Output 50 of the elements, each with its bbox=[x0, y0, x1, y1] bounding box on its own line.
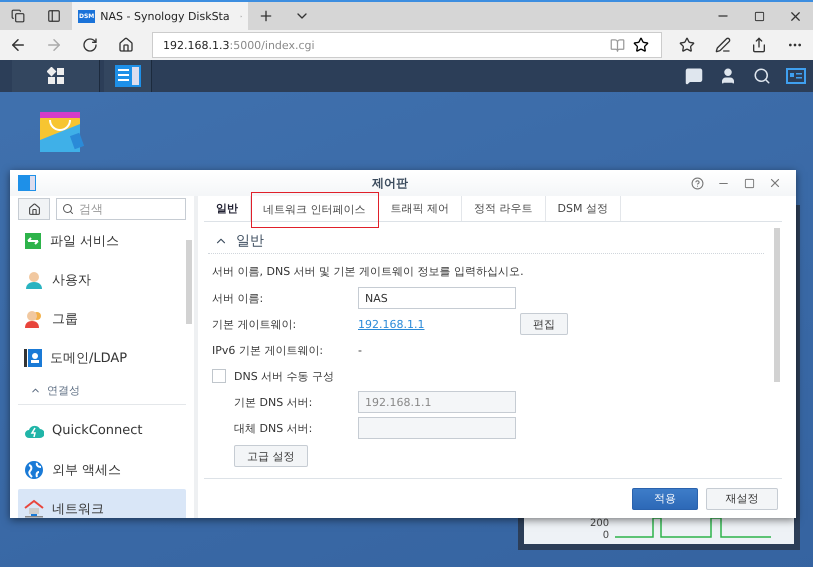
tab[interactable]: DSM 설정 bbox=[546, 196, 621, 221]
checkbox-label: DNS 서버 수동 구성 bbox=[234, 368, 334, 384]
server-name-field[interactable]: NAS bbox=[358, 287, 516, 309]
tab[interactable]: 정적 라우트 bbox=[462, 196, 546, 221]
section-header[interactable]: 일반 bbox=[208, 228, 764, 254]
address-field[interactable]: 192.168.1.3:5000/index.cgi bbox=[152, 32, 662, 58]
home-icon bbox=[28, 202, 40, 216]
sidebar-item[interactable]: 그룹 bbox=[18, 299, 186, 338]
advanced-settings-button[interactable]: 고급 설정 bbox=[234, 445, 308, 467]
sidebar-item[interactable]: 도메인/LDAP bbox=[18, 338, 186, 377]
tab[interactable]: 트래픽 제어 bbox=[378, 196, 462, 221]
file-share-icon bbox=[24, 232, 42, 250]
field-label: 기본 DNS 서버: bbox=[234, 394, 314, 410]
control-panel-icon bbox=[114, 65, 140, 87]
field-label: 대체 DNS 서버: bbox=[234, 420, 314, 436]
search-field[interactable]: 검색 bbox=[56, 198, 186, 220]
globe-icon bbox=[24, 460, 44, 480]
main-menu-button[interactable] bbox=[12, 60, 100, 92]
field-label: 서버 이름: bbox=[212, 290, 264, 306]
field-label: IPv6 기본 게이트웨이: bbox=[212, 342, 324, 358]
sidebar-item[interactable]: 사용자 bbox=[18, 260, 186, 299]
field-label: 기본 게이트웨이: bbox=[212, 316, 298, 332]
checkbox[interactable] bbox=[212, 369, 226, 383]
control-panel-taskbar-button[interactable] bbox=[104, 60, 152, 92]
sidebar-item[interactable]: 외부 액세스 bbox=[18, 450, 186, 489]
gateway-link[interactable]: 192.168.1.1 bbox=[358, 318, 520, 330]
grid-icon bbox=[46, 67, 64, 85]
apply-button[interactable]: 적용 bbox=[632, 488, 698, 510]
axis-label: 0 bbox=[602, 530, 610, 542]
star-icon[interactable] bbox=[633, 37, 649, 53]
description-text: 서버 이름, DNS 서버 및 기본 게이트웨이 정보를 입력하십시오. bbox=[212, 264, 525, 279]
tab[interactable]: 일반 bbox=[204, 196, 251, 221]
sidebar-item[interactable]: 파일 서비스 bbox=[18, 221, 186, 260]
sidebar-item[interactable]: QuickConnect bbox=[18, 411, 186, 450]
reset-button[interactable]: 재설정 bbox=[706, 488, 778, 510]
search-icon bbox=[62, 203, 74, 215]
reading-view-icon[interactable] bbox=[610, 38, 625, 52]
sidebar-item[interactable]: 네트워크 bbox=[18, 489, 186, 518]
axis-label: 200 bbox=[590, 518, 610, 530]
section-header[interactable]: 연결성 bbox=[18, 377, 186, 405]
directory-icon bbox=[24, 348, 42, 368]
field-value: - bbox=[358, 344, 362, 356]
window-title: 제어판 bbox=[371, 174, 409, 192]
user-icon bbox=[24, 270, 44, 290]
tab[interactable]: 네트워크 인터페이스 bbox=[251, 192, 378, 228]
home-button[interactable] bbox=[18, 198, 50, 220]
control-panel-icon bbox=[18, 175, 36, 191]
house-network-icon bbox=[24, 498, 44, 518]
group-icon bbox=[24, 308, 44, 328]
edit-button[interactable]: 편집 bbox=[520, 313, 568, 335]
